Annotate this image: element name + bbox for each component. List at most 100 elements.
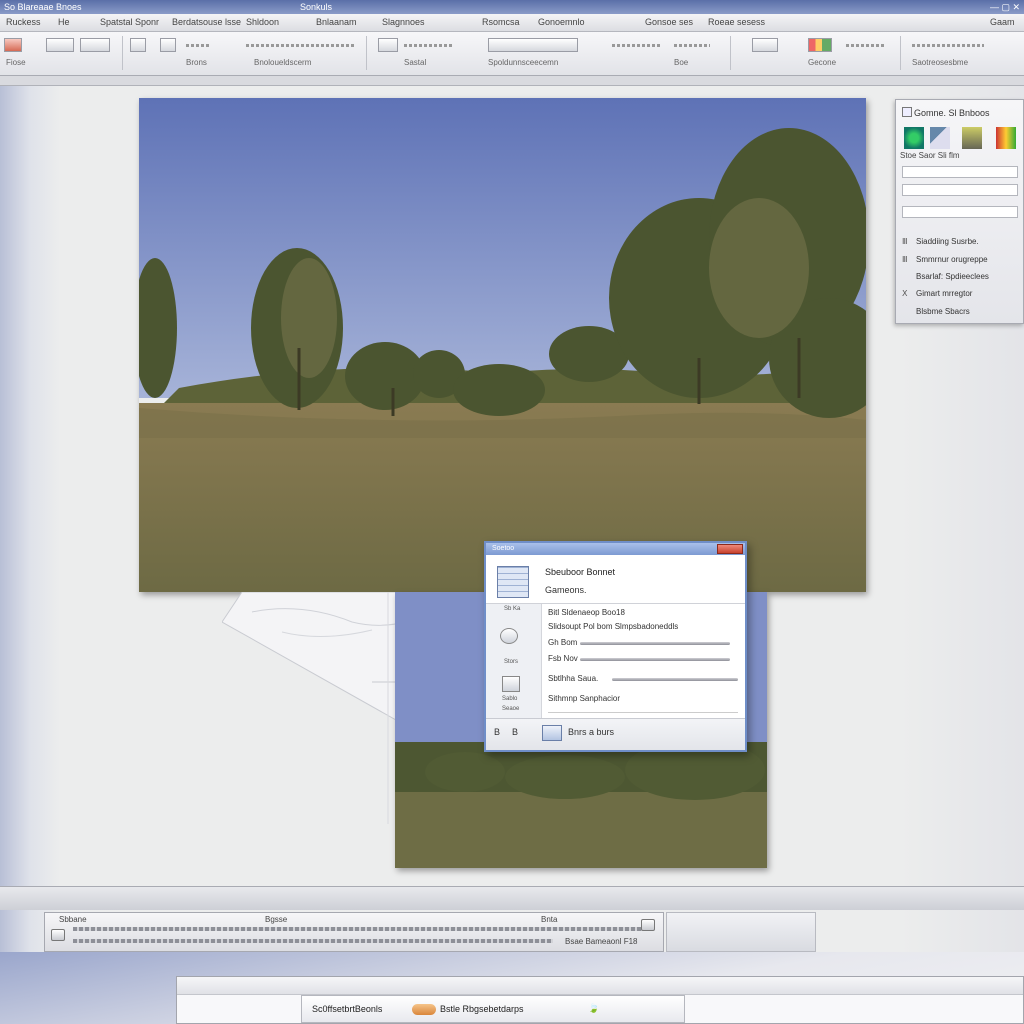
panel-tools-label: Stoe Saor Sli flm bbox=[900, 151, 960, 160]
secondary-window[interactable]: Sc0ffsetbrtBeonls Bstle Rbgsebetdarps 🍃 bbox=[176, 976, 1024, 1024]
color-icon[interactable] bbox=[996, 127, 1016, 149]
menu-bar: Ruckess He Spatstal Sponr Berdatsouse ls… bbox=[0, 14, 1024, 32]
tab-label: Bstle Rbgsebetdarps bbox=[440, 1004, 524, 1014]
ribbon-group-label: Brons bbox=[186, 58, 207, 67]
menu-item[interactable]: Spatstal Sponr bbox=[100, 17, 159, 27]
slider-control[interactable] bbox=[580, 658, 730, 661]
window-controls[interactable]: — ▢ ✕ bbox=[990, 0, 1020, 14]
menu-item[interactable]: Bnlaanam bbox=[316, 17, 357, 27]
menu-item[interactable]: Gonsoe ses bbox=[645, 17, 693, 27]
sidebar-label: Seaoe bbox=[502, 706, 520, 712]
menu-item[interactable]: Shldoon bbox=[246, 17, 279, 27]
ribbon-separator bbox=[122, 36, 123, 70]
cursor-icon[interactable] bbox=[130, 38, 146, 52]
ribbon-control[interactable] bbox=[612, 44, 662, 47]
timeline-end-label: Bsae Bameaonl F18 bbox=[565, 937, 638, 946]
ribbon-control[interactable] bbox=[846, 44, 886, 47]
clipboard-icon[interactable] bbox=[46, 38, 74, 52]
slider-control[interactable] bbox=[580, 642, 730, 645]
panel-list-item[interactable]: Ⅹ Gimart mrregtor bbox=[902, 289, 972, 298]
panel-list-item[interactable]: Bsarlaf: Spdieeclees bbox=[902, 272, 989, 281]
ribbon-separator bbox=[730, 36, 731, 70]
landscape-image bbox=[139, 98, 866, 592]
styles-side-panel[interactable]: Gomne. Sl Bnboos Stoe Saor Sli flm Ⅲ Siad… bbox=[895, 99, 1024, 324]
ribbon-separator bbox=[900, 36, 901, 70]
effect-icon[interactable] bbox=[962, 127, 982, 149]
shape-icon[interactable] bbox=[500, 628, 518, 644]
menu-item[interactable]: Gonoemnlo bbox=[538, 17, 585, 27]
menu-item[interactable]: Slagnnoes bbox=[382, 17, 425, 27]
ribbon-control[interactable] bbox=[912, 44, 984, 47]
secondary-window-titlebar[interactable] bbox=[177, 977, 1023, 995]
window-titlebar[interactable]: So Blareaae Bnoes Sonkuls — ▢ ✕ bbox=[0, 0, 1024, 14]
dialog-header: Sbeuboor Bonnet Gameons. bbox=[486, 555, 745, 604]
panel-list-item[interactable]: Ⅲ Siaddiing Susrbe. bbox=[902, 237, 979, 246]
divider bbox=[548, 712, 738, 713]
play-icon[interactable] bbox=[51, 929, 65, 941]
ribbon-toolbar: Fiose Brons Bnoloueldscerm Sastal Spoldu… bbox=[0, 32, 1024, 76]
grid-icon bbox=[497, 566, 529, 598]
ribbon-group-label: Saotreosesbme bbox=[912, 58, 969, 67]
secondary-window-tab[interactable]: Sc0ffsetbrtBeonls Bstle Rbgsebetdarps 🍃 bbox=[301, 995, 685, 1023]
ribbon-control[interactable] bbox=[674, 44, 710, 47]
menu-item[interactable]: Berdatsouse lsse bbox=[172, 17, 241, 27]
ribbon-group-label: Sastal bbox=[404, 58, 427, 67]
format-dialog[interactable]: Soetoo Sbeuboor Bonnet Gameons. Sb Ka St… bbox=[484, 541, 747, 752]
paint-icon[interactable] bbox=[378, 38, 398, 52]
window-title-secondary: Sonkuls bbox=[300, 2, 333, 12]
panel-field[interactable] bbox=[902, 166, 1018, 178]
dialog-sidebar: Sb Ka Stors Sablo Seaoe bbox=[486, 604, 542, 718]
ribbon-group-label: Fiose bbox=[6, 58, 26, 67]
timeline-panel[interactable]: Sbbane Bgsse Bnta Bsae Bameaonl F18 bbox=[44, 912, 664, 952]
shape-icon[interactable] bbox=[930, 127, 950, 149]
color-palette-icon[interactable] bbox=[808, 38, 832, 52]
dialog-body: Bitl Sldenaeop Boo18 Slidsoupt Pol bom S… bbox=[542, 604, 745, 718]
format-icon[interactable] bbox=[80, 38, 110, 52]
timeline-label: Bnta bbox=[541, 915, 558, 924]
dialog-line: Sithmnp Sanphacior bbox=[548, 694, 621, 703]
menu-item[interactable]: Ruckess bbox=[6, 17, 41, 27]
ribbon-control[interactable] bbox=[186, 44, 210, 47]
window-title: So Blareaae Bnoes bbox=[4, 2, 82, 12]
menu-item[interactable]: Rsomcsa bbox=[482, 17, 520, 27]
frame-icon[interactable] bbox=[160, 38, 176, 52]
sidebar-label: Sb Ka bbox=[504, 606, 521, 612]
ribbon-group-label: Bnoloueldscerm bbox=[254, 58, 312, 67]
footer-action-button[interactable]: Bnrs a burs bbox=[568, 727, 614, 737]
font-dropdown[interactable] bbox=[246, 44, 356, 47]
menu-item[interactable]: He bbox=[58, 17, 70, 27]
timeline-label: Bgsse bbox=[265, 915, 288, 924]
leaf-icon[interactable]: 🍃 bbox=[588, 1003, 599, 1014]
timeline-track[interactable] bbox=[73, 927, 653, 931]
ribbon-separator bbox=[366, 36, 367, 70]
panel-list-item[interactable]: Ⅲ Smmrnur orugreppe bbox=[902, 255, 988, 264]
dialog-title: Soetoo bbox=[492, 545, 515, 552]
paste-icon[interactable] bbox=[4, 38, 22, 52]
ribbon-group-label: Gecone bbox=[808, 58, 837, 67]
tab-label: Sc0ffsetbrtBeonls bbox=[312, 1004, 383, 1014]
ribbon-control[interactable] bbox=[404, 44, 452, 47]
chart-icon[interactable] bbox=[752, 38, 778, 52]
dialog-line: Bitl Sldenaeop Boo18 bbox=[548, 608, 625, 617]
footer-button[interactable]: B bbox=[512, 727, 518, 737]
apply-icon[interactable] bbox=[542, 725, 562, 741]
footer-button[interactable]: B bbox=[494, 727, 500, 737]
dialog-field-label: Fsb Nov bbox=[548, 654, 578, 663]
panel-field[interactable] bbox=[902, 184, 1018, 196]
style-gallery[interactable] bbox=[488, 38, 578, 52]
dialog-titlebar[interactable]: Soetoo bbox=[486, 543, 745, 555]
panel-field[interactable] bbox=[902, 206, 1018, 218]
close-icon[interactable] bbox=[717, 544, 743, 554]
layout-icon[interactable] bbox=[502, 676, 520, 692]
timeline-label: Sbbane bbox=[59, 915, 87, 924]
menu-item[interactable]: Gaam bbox=[990, 17, 1015, 27]
landscape-photo[interactable] bbox=[139, 98, 866, 592]
fill-icon[interactable] bbox=[904, 127, 924, 149]
timeline-track[interactable] bbox=[73, 939, 553, 943]
ribbon-group-label: Boe bbox=[674, 58, 689, 67]
scroll-handle[interactable] bbox=[641, 919, 655, 931]
slider-control[interactable] bbox=[612, 678, 738, 681]
menu-item[interactable]: Roeae sesess bbox=[708, 17, 765, 27]
panel-title: Gomne. Sl Bnboos bbox=[914, 108, 990, 118]
panel-list-item[interactable]: Blsbme Sbacrs bbox=[902, 307, 970, 316]
